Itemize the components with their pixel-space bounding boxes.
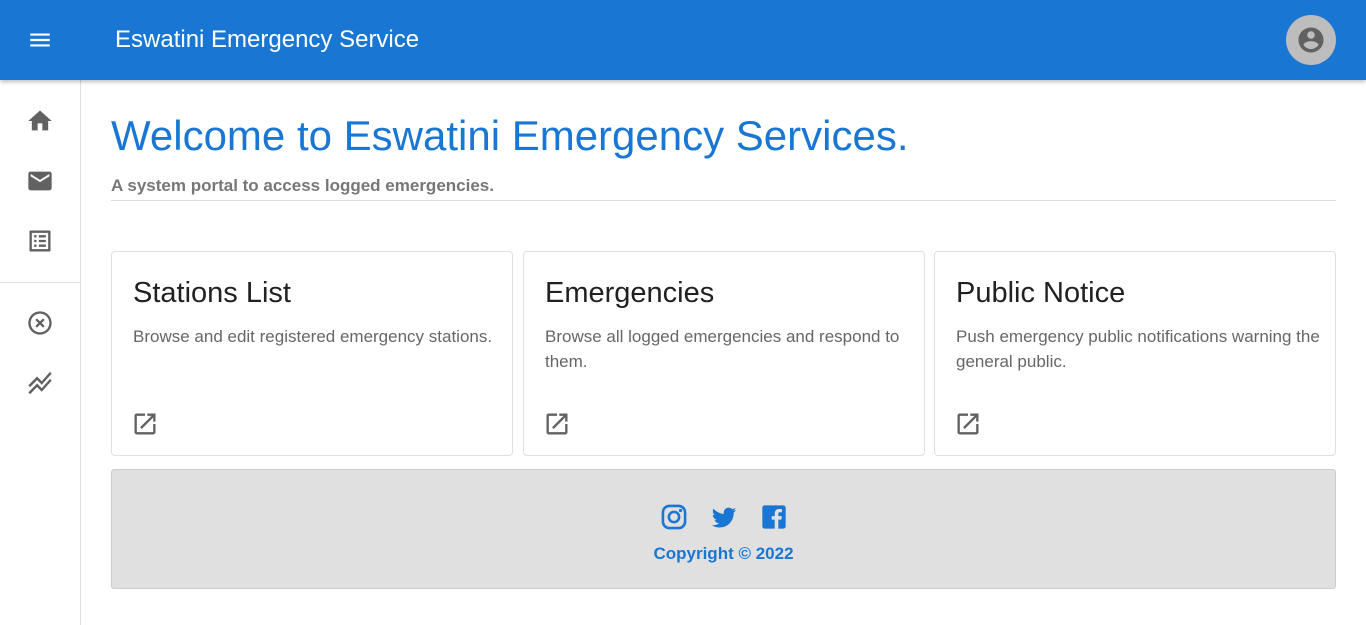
home-icon <box>28 110 52 131</box>
open-stations-list-button[interactable] <box>130 409 160 439</box>
card-title: Stations List <box>133 277 291 309</box>
card-stations-list: Stations List Browse and edit registered… <box>111 251 513 456</box>
drawer-item-stacked-line[interactable] <box>0 353 80 413</box>
drawer-item-list[interactable] <box>0 211 80 271</box>
side-drawer <box>0 80 81 625</box>
stacked-line-chart-icon <box>28 371 52 395</box>
account-button[interactable] <box>1286 15 1336 65</box>
footer: Copyright © 2022 <box>111 469 1336 589</box>
twitter-icon <box>711 507 737 528</box>
menu-icon <box>30 33 50 47</box>
card-public-notice: Public Notice Push emergency public noti… <box>934 251 1336 456</box>
header-divider <box>111 200 1336 201</box>
page-subtitle: A system portal to access logged emergen… <box>111 176 494 195</box>
facebook-link[interactable] <box>758 501 790 533</box>
open-public-notice-button[interactable] <box>953 409 983 439</box>
card-description: Browse all logged emergencies and respon… <box>545 327 900 371</box>
open-emergencies-button[interactable] <box>542 409 572 439</box>
card-description: Browse and edit registered emergency sta… <box>133 327 493 346</box>
facebook-icon <box>762 505 786 529</box>
menu-button[interactable] <box>20 20 60 60</box>
drawer-item-cancel[interactable] <box>0 293 80 353</box>
page-title: Welcome to Eswatini Emergency Services. <box>111 112 909 159</box>
drawer-item-home[interactable] <box>0 91 80 151</box>
drawer-item-mail[interactable] <box>0 151 80 211</box>
app-bar: Eswatini Emergency Service <box>0 0 1366 80</box>
account-circle-icon <box>1298 27 1324 53</box>
twitter-link[interactable] <box>708 501 740 533</box>
mail-icon <box>28 171 52 191</box>
card-description: Push emergency public notifications warn… <box>956 327 1320 371</box>
open-in-new-icon <box>957 413 979 435</box>
open-in-new-icon <box>134 413 156 435</box>
card-title: Emergencies <box>545 277 715 309</box>
card-title: Public Notice <box>956 277 1126 309</box>
cancel-circle-icon <box>28 311 52 335</box>
app-title: Eswatini Emergency Service <box>115 26 420 53</box>
list-alt-icon <box>29 230 51 252</box>
card-emergencies: Emergencies Browse all logged emergencie… <box>523 251 925 456</box>
open-in-new-icon <box>546 413 568 435</box>
instagram-link[interactable] <box>658 501 690 533</box>
instagram-icon <box>661 504 687 530</box>
drawer-divider <box>0 282 80 283</box>
copyright-text: Copyright © 2022 <box>653 544 794 563</box>
